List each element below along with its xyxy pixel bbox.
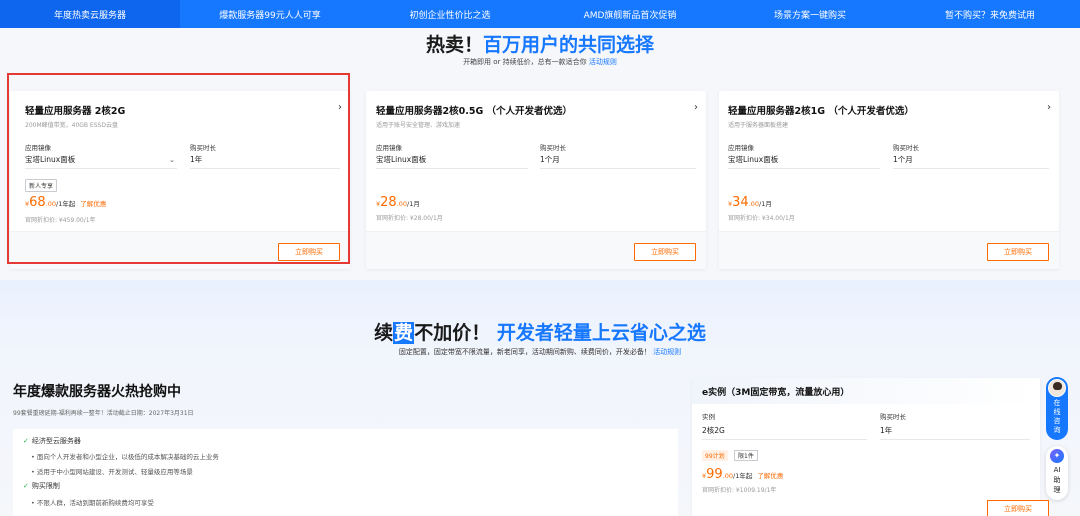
limit-tag: 限1件 bbox=[734, 450, 758, 461]
consult-char: 咨 bbox=[1053, 417, 1061, 425]
check-icon: ✓ bbox=[23, 437, 29, 445]
deadline-text: 99套餐重磅延期-福利再续一整年！活动截止日期：2027年3月31日 bbox=[13, 410, 194, 417]
list-heading-limit: ✓ 购买限制 bbox=[23, 482, 60, 490]
info-panel: ✓ 经济型云服务器 • 面向个人开发者和小型企业，以极低的成本解决基础的云上业务 … bbox=[13, 429, 678, 516]
price: ¥99.00/1年起 了解优惠 bbox=[702, 467, 784, 482]
tab-startup[interactable]: 初创企业性价比之选 bbox=[360, 0, 540, 28]
tab-free-trial[interactable]: 暂不购买？来免费试用 bbox=[900, 0, 1080, 28]
check-icon: ✓ bbox=[23, 482, 29, 490]
image-select[interactable]: 宝塔Linux面板 bbox=[376, 153, 528, 169]
hot-purchase-title: 年度爆款服务器火热抢购中 bbox=[13, 384, 181, 400]
consult-char: 线 bbox=[1053, 408, 1061, 416]
rules-link[interactable]: 活动规则 bbox=[653, 348, 681, 356]
chevron-right-icon[interactable]: › bbox=[694, 102, 698, 113]
buy-now-button[interactable]: 立即购买 bbox=[987, 500, 1049, 516]
highlight-box bbox=[7, 73, 350, 264]
buy-now-button[interactable]: 立即购买 bbox=[987, 243, 1049, 261]
plan-tag: 99计划 bbox=[702, 450, 728, 461]
tab-annual-hot[interactable]: 年度热卖云服务器 bbox=[0, 0, 180, 28]
section-subtitle: 开箱即用 or 持续低价，总有一款适合你 活动规则 bbox=[463, 58, 617, 66]
list-heading-economy: ✓ 经济型云服务器 bbox=[23, 437, 81, 445]
rules-link[interactable]: 活动规则 bbox=[589, 58, 617, 66]
duration-select[interactable]: 1年 bbox=[880, 424, 1030, 440]
section-title: 热卖！百万用户的共同选择 bbox=[425, 34, 655, 56]
card-title[interactable]: 轻量应用服务器2核0.5G （个人开发者优选） bbox=[376, 103, 572, 117]
card-desc: 适用于账号安全管理、游戏加速 bbox=[376, 122, 461, 129]
ai-char: 助 bbox=[1053, 476, 1061, 484]
product-card-2c05g: 轻量应用服务器2核0.5G （个人开发者优选） › 适用于账号安全管理、游戏加速… bbox=[366, 91, 706, 269]
instance-label: 实例 bbox=[702, 413, 715, 421]
e-instance-card: e实例（3M固定带宽，流量放心用） 实例 购买时长 2核2G 1年 99计划 限… bbox=[692, 378, 1049, 516]
ai-sparkle-icon: ✦ bbox=[1050, 449, 1064, 463]
product-card-2c1g: 轻量应用服务器2核1G （个人开发者优选） › 适用于服务器面板搭建 应用镜像 … bbox=[719, 91, 1059, 269]
card-title: e实例（3M固定带宽，流量放心用） bbox=[692, 378, 1040, 404]
online-consult-button[interactable]: 在 线 咨 询 bbox=[1046, 377, 1068, 440]
list-item: • 适用于中小型网站建设、开发测试、轻量级应用等场景 bbox=[31, 468, 193, 476]
duration-label: 购买时长 bbox=[880, 413, 906, 421]
instance-select[interactable]: 2核2G bbox=[702, 424, 867, 440]
duration-label: 购买时长 bbox=[540, 144, 566, 152]
original-price: 官网折扣价: ¥1009.19/1年 bbox=[702, 487, 777, 494]
image-label: 应用镜像 bbox=[376, 144, 402, 152]
tab-scenario[interactable]: 场景方案一键购买 bbox=[720, 0, 900, 28]
price: ¥28.00/1月 bbox=[376, 195, 420, 210]
chevron-right-icon[interactable]: › bbox=[1047, 102, 1051, 113]
list-item: • 面向个人开发者和小型企业，以极低的成本解决基础的云上业务 bbox=[31, 453, 219, 461]
consult-char: 询 bbox=[1053, 426, 1061, 434]
buy-now-button[interactable]: 立即购买 bbox=[634, 243, 696, 261]
promo-link[interactable]: 了解优惠 bbox=[757, 472, 783, 480]
consult-char: 在 bbox=[1053, 399, 1061, 407]
duration-select[interactable]: 1个月 bbox=[540, 153, 696, 169]
original-price: 官网折扣价: ¥28.00/1月 bbox=[376, 215, 443, 222]
top-tab-bar: 年度热卖云服务器 爆款服务器99元人人可享 初创企业性价比之选 AMD旗舰新品首… bbox=[0, 0, 1080, 28]
avatar bbox=[1048, 379, 1066, 397]
list-item: • 不限人群，活动到期前新购续费均可享受 bbox=[31, 499, 154, 507]
duration-select[interactable]: 1个月 bbox=[893, 153, 1049, 169]
image-select[interactable]: 宝塔Linux面板 bbox=[728, 153, 880, 169]
card-desc: 适用于服务器面板搭建 bbox=[728, 122, 789, 129]
renewal-section: 续费不加价！ 开发者轻量上云省心之选 固定配置，固定带宽不限流量，新老同享，活动… bbox=[0, 280, 1080, 516]
price: ¥34.00/1月 bbox=[728, 195, 772, 210]
section-subtitle: 固定配置，固定带宽不限流量，新老同享，活动期间新购、续费同价，开发必备！ 活动规… bbox=[398, 348, 682, 356]
original-price: 官网折扣价: ¥34.00/1月 bbox=[728, 215, 795, 222]
ai-char: AI bbox=[1053, 466, 1061, 474]
ai-char: 理 bbox=[1053, 486, 1061, 494]
ai-assistant-button[interactable]: ✦ AI 助 理 bbox=[1046, 446, 1068, 500]
image-label: 应用镜像 bbox=[728, 144, 754, 152]
section-title: 续费不加价！ 开发者轻量上云省心之选 bbox=[374, 322, 706, 344]
tab-99-yuan[interactable]: 爆款服务器99元人人可享 bbox=[180, 0, 360, 28]
tab-amd[interactable]: AMD旗舰新品首次促销 bbox=[540, 0, 720, 28]
card-title[interactable]: 轻量应用服务器2核1G （个人开发者优选） bbox=[728, 103, 914, 117]
duration-label: 购买时长 bbox=[893, 144, 919, 152]
